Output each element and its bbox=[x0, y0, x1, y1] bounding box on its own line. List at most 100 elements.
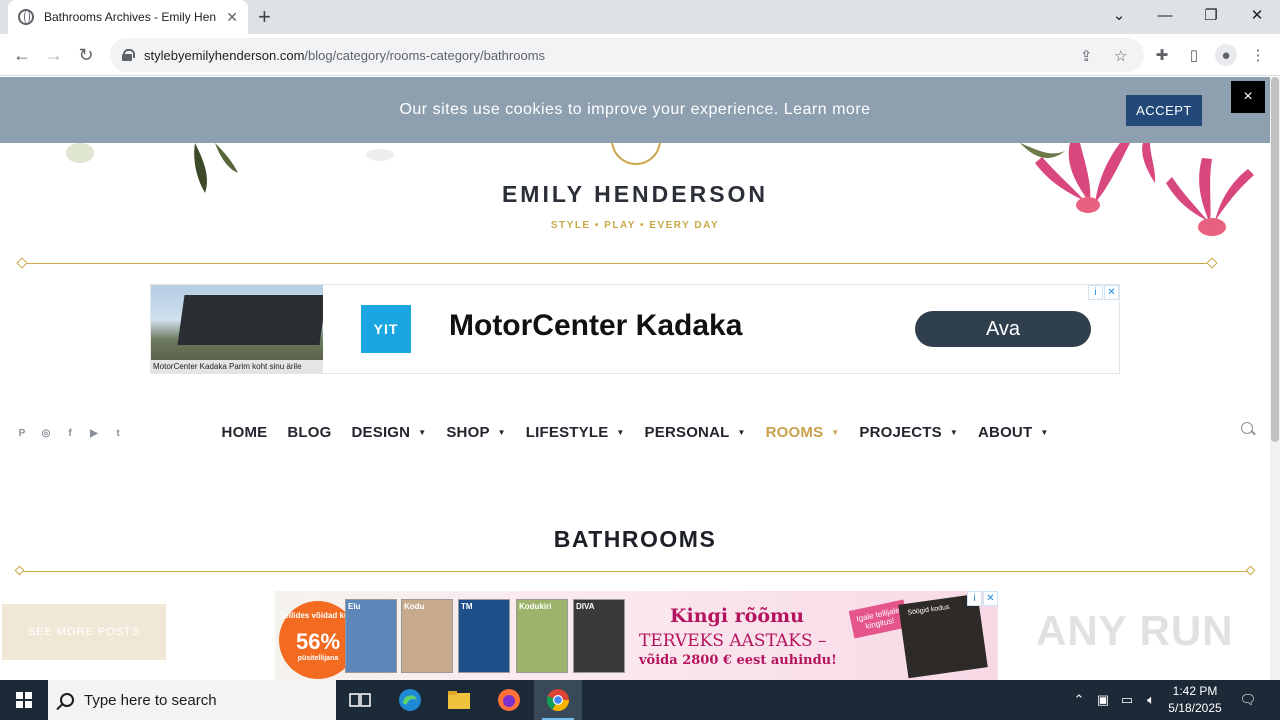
ad-subheadline: TERVEKS AASTAKS – bbox=[639, 631, 827, 651]
divider-diamond-left bbox=[16, 257, 28, 269]
cookbook-image: Söögid kodus bbox=[898, 593, 988, 679]
globe-icon bbox=[18, 9, 34, 25]
volume-icon[interactable]: 🔈︎ bbox=[1140, 680, 1162, 720]
anyrun-watermark: ANY RUN bbox=[1036, 607, 1234, 654]
taskbar-clock[interactable]: 1:42 PM 5/18/2025 bbox=[1160, 683, 1230, 717]
search-icon bbox=[60, 693, 74, 707]
nav-personal[interactable]: PERSONAL ▼ bbox=[645, 424, 746, 441]
ad-building-shape bbox=[177, 295, 323, 345]
nav-lifestyle[interactable]: LIFESTYLE ▼ bbox=[526, 424, 625, 441]
divider-diamond-left bbox=[14, 565, 25, 576]
cookie-banner: Our sites use cookies to improve your ex… bbox=[0, 77, 1270, 143]
yit-logo: YIT bbox=[361, 305, 411, 353]
restore-icon[interactable]: ❐ bbox=[1196, 0, 1226, 30]
main-navigation: HOME BLOG DESIGN ▼ SHOP ▼ LIFESTYLE ▼ PERSO… bbox=[0, 420, 1270, 444]
profile-avatar-icon[interactable]: ● bbox=[1215, 44, 1237, 66]
show-hidden-icons-chevron-icon[interactable]: ⌃ bbox=[1068, 680, 1090, 720]
caret-down-icon: ▼ bbox=[418, 427, 427, 437]
ad-banner-magazines[interactable]: Tellides võidad kuni 56% püsitellijana E… bbox=[275, 591, 998, 680]
firefox-icon[interactable] bbox=[485, 680, 533, 720]
chrome-icon[interactable] bbox=[534, 680, 582, 720]
tab-search-icon[interactable]: ⌄ bbox=[1104, 0, 1134, 30]
nav-about[interactable]: ABOUT ▼ bbox=[978, 424, 1048, 441]
new-tab-button[interactable]: + bbox=[258, 4, 271, 30]
nav-blog[interactable]: BLOG bbox=[287, 424, 331, 441]
ad-title: MotorCenter Kadaka bbox=[449, 309, 743, 342]
share-icon[interactable]: ⇪ bbox=[1080, 47, 1093, 65]
windows-logo-icon bbox=[16, 692, 32, 708]
ad-info-icon[interactable]: i bbox=[967, 591, 982, 606]
page-scrollbar[interactable] bbox=[1270, 77, 1280, 680]
page-title: BATHROOMS bbox=[553, 526, 717, 552]
file-explorer-icon[interactable] bbox=[435, 680, 483, 720]
nav-shop[interactable]: SHOP ▼ bbox=[446, 424, 505, 441]
ad-close-icon[interactable]: ✕ bbox=[1104, 285, 1119, 300]
cookie-message[interactable]: Our sites use cookies to improve your ex… bbox=[0, 101, 1270, 119]
magazine-cover: Kodukiri bbox=[516, 599, 568, 673]
clock-date: 5/18/2025 bbox=[1168, 701, 1222, 715]
tab-title: Bathrooms Archives - Emily Henderson bbox=[44, 10, 216, 24]
device-icon[interactable]: ▣ bbox=[1093, 680, 1113, 720]
edge-browser-icon[interactable] bbox=[386, 680, 434, 720]
taskbar-search-placeholder: Type here to search bbox=[84, 691, 217, 709]
site-brand[interactable]: EMILY HENDERSON bbox=[0, 181, 1270, 208]
network-icon[interactable]: ▭ bbox=[1116, 680, 1138, 720]
browser-tab-strip: Bathrooms Archives - Emily Henderson ✕ +… bbox=[0, 0, 1280, 34]
caret-down-icon: ▼ bbox=[497, 427, 506, 437]
back-arrow-icon[interactable]: ← bbox=[9, 42, 35, 68]
magazine-cover: DIVA bbox=[573, 599, 625, 673]
nav-home[interactable]: HOME bbox=[222, 424, 268, 441]
caret-down-icon: ▼ bbox=[1040, 427, 1049, 437]
caret-down-icon: ▼ bbox=[949, 427, 958, 437]
notifications-icon[interactable]: 🗨︎ bbox=[1234, 680, 1262, 720]
nav-projects[interactable]: PROJECTS ▼ bbox=[859, 424, 958, 441]
magazine-cover: TM bbox=[458, 599, 510, 673]
window-close-icon[interactable]: ✕ bbox=[1242, 0, 1272, 30]
botanical-illustration-right bbox=[1020, 143, 1254, 236]
ad-info-icon[interactable]: i bbox=[1088, 285, 1103, 300]
header-divider bbox=[22, 263, 1212, 264]
task-view-icon[interactable] bbox=[336, 680, 384, 720]
nav-design[interactable]: DESIGN ▼ bbox=[352, 424, 427, 441]
ad-close-icon[interactable]: ✕ bbox=[983, 591, 998, 606]
web-page: Our sites use cookies to improve your ex… bbox=[0, 77, 1270, 680]
magazine-cover: Elu bbox=[345, 599, 397, 673]
address-bar[interactable]: stylebyemilyhenderson.com/blog/category/… bbox=[110, 38, 1144, 72]
url-host: stylebyemilyhenderson.com bbox=[144, 47, 305, 63]
ad-banner-motorcenter[interactable]: MotorCenter Kadaka Parim koht sinu ärile… bbox=[150, 284, 1120, 374]
browser-tab[interactable]: Bathrooms Archives - Emily Henderson ✕ bbox=[8, 0, 248, 34]
minimize-icon[interactable]: — bbox=[1150, 0, 1180, 30]
title-divider bbox=[20, 571, 1252, 572]
ad-image-caption: MotorCenter Kadaka Parim koht sinu ärile bbox=[151, 360, 323, 373]
caret-down-icon: ▼ bbox=[737, 427, 746, 437]
search-icon[interactable] bbox=[1241, 422, 1253, 434]
site-tagline: STYLE • PLAY • EVERY DAY bbox=[550, 220, 720, 231]
lock-icon bbox=[122, 49, 135, 61]
cookie-accept-button[interactable]: ACCEPT bbox=[1126, 95, 1202, 126]
magazine-cover: Kodu bbox=[401, 599, 453, 673]
ad-building-image: MotorCenter Kadaka Parim koht sinu ärile bbox=[151, 285, 323, 373]
kebab-menu-icon[interactable]: ⋮ bbox=[1247, 44, 1269, 66]
ad-headline: Kingi rõõmu bbox=[670, 605, 804, 627]
tab-close-icon[interactable]: ✕ bbox=[226, 9, 238, 26]
clock-time: 1:42 PM bbox=[1172, 684, 1218, 698]
extensions-puzzle-icon[interactable]: ✚ bbox=[1151, 44, 1173, 66]
taskbar-search-box[interactable]: Type here to search bbox=[48, 680, 336, 720]
windows-taskbar: Type here to search ⌃ ▣ ▭ 🔈︎ 1:42 PM 5/1… bbox=[0, 680, 1280, 720]
ad-prize-text: võida 2800 € eest auhindu! bbox=[639, 653, 837, 668]
bookmark-star-icon[interactable]: ☆ bbox=[1114, 47, 1127, 65]
see-more-posts-button[interactable]: SEE MORE POSTS bbox=[2, 604, 166, 660]
reload-icon[interactable]: ↻ bbox=[73, 42, 99, 68]
start-button[interactable] bbox=[0, 680, 48, 720]
scrollbar-thumb[interactable] bbox=[1271, 77, 1279, 442]
caret-down-icon: ▼ bbox=[616, 427, 625, 437]
url-path: /blog/category/rooms-category/bathrooms bbox=[304, 47, 546, 63]
caret-down-icon: ▼ bbox=[831, 427, 840, 437]
divider-diamond-right bbox=[1245, 565, 1256, 576]
nav-rooms[interactable]: ROOMS ▼ bbox=[766, 424, 840, 441]
forward-arrow-icon[interactable]: → bbox=[41, 42, 67, 68]
side-panel-icon[interactable]: ▯ bbox=[1183, 44, 1205, 66]
cookie-close-button[interactable]: × bbox=[1231, 81, 1265, 113]
browser-toolbar: ← → ↻ stylebyemilyhenderson.com/blog/cat… bbox=[0, 34, 1280, 76]
ad-open-button[interactable]: Ava bbox=[915, 311, 1091, 347]
